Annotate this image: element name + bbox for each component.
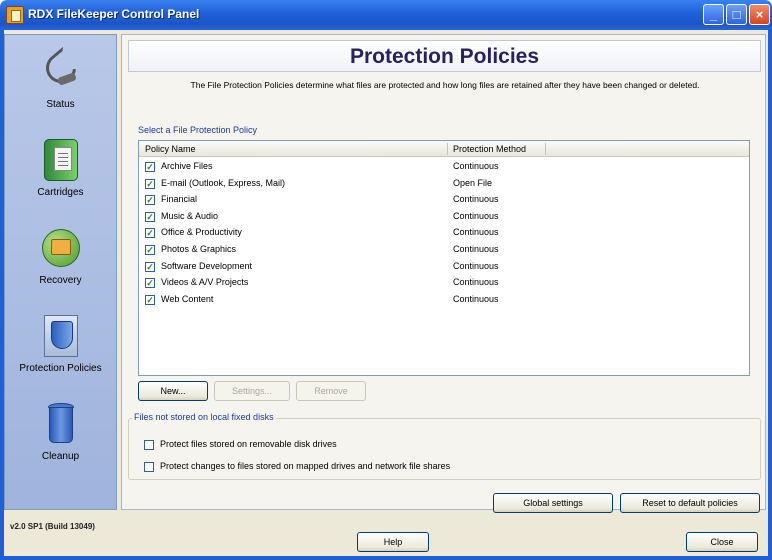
policy-name: Archive Files [161, 161, 213, 171]
remove-button[interactable]: Remove [296, 381, 366, 401]
policy-row[interactable]: ✓ E-mail (Outlook, Express, Mail) Open Fil… [139, 176, 749, 193]
close-window-button[interactable]: × [749, 4, 770, 25]
sidebar-item-recovery[interactable]: Recovery [5, 225, 116, 286]
policy-row[interactable]: ✓ Photos & Graphics Continuous [139, 242, 749, 259]
stethoscope-icon [38, 46, 84, 95]
sidebar-item-label: Recovery [39, 275, 82, 286]
page-header: Protection Policies [128, 40, 761, 72]
sidebar-item-label: Cartridges [37, 187, 84, 198]
policy-checkbox[interactable]: ✓ [145, 261, 155, 272]
sidebar-item-cartridges[interactable]: Cartridges [5, 137, 116, 198]
policy-method: Continuous [453, 194, 499, 205]
sidebar-item-protection-policies[interactable]: Protection Policies [5, 313, 116, 374]
policy-row[interactable]: ✓ Videos & A/V Projects Continuous [139, 275, 749, 292]
policy-checkbox[interactable]: ✓ [145, 245, 155, 255]
policy-checkbox[interactable]: ✓ [145, 178, 155, 189]
shield-icon [38, 313, 84, 359]
mapped-drives-checkbox[interactable] [144, 462, 154, 472]
policy-method: Continuous [453, 244, 499, 254]
version-label: v2.0 SP1 (Build 13049) [10, 522, 95, 531]
page-title: Protection Policies [349, 45, 540, 68]
policy-list[interactable]: Policy Name Protection Method ✓ Archive F… [138, 140, 750, 376]
policy-row[interactable]: ✓ Financial Continuous [139, 192, 749, 209]
title-bar: RDX FileKeeper Control Panel _ □ × [0, 0, 772, 30]
option-label: Protect changes to files stored on mappe… [160, 461, 451, 471]
column-header-policy-name[interactable]: Policy Name [145, 144, 196, 154]
window-title: RDX FileKeeper Control Panel [28, 7, 200, 21]
app-icon [6, 6, 24, 24]
page-description: The File Protection Policies determine w… [190, 80, 700, 90]
sidebar-item-label: Cleanup [41, 451, 80, 462]
help-button[interactable]: Help [357, 532, 429, 552]
policy-name: Videos & A/V Projects [161, 277, 249, 288]
policy-row[interactable]: ✓ Office & Productivity Continuous [139, 225, 749, 242]
policy-method: Open File [453, 177, 493, 188]
policy-checkbox[interactable]: ✓ [145, 278, 155, 289]
reset-default-policies-button[interactable]: Reset to default policies [620, 493, 760, 513]
policy-method: Continuous [453, 260, 499, 271]
policy-checkbox[interactable]: ✓ [145, 162, 155, 172]
policy-name: E-mail (Outlook, Express, Mail) [161, 177, 286, 188]
policy-row[interactable]: ✓ Music & Audio Continuous [139, 209, 749, 226]
sidebar-item-status[interactable]: Status [5, 46, 116, 110]
column-header-protection-method[interactable]: Protection Method [453, 144, 526, 154]
sidebar-item-label: Protection Policies [19, 363, 102, 374]
sidebar-item-label: Status [46, 99, 75, 110]
trash-icon [38, 401, 84, 447]
policy-checkbox[interactable]: ✓ [145, 228, 155, 239]
option-label: Protect files stored on removable disk d… [160, 439, 337, 449]
removable-drives-checkbox[interactable] [144, 440, 154, 450]
recovery-icon [38, 225, 84, 271]
policy-section-label: Select a File Protection Policy [138, 125, 258, 135]
policy-name: Photos & Graphics [161, 244, 237, 254]
policy-checkbox[interactable]: ✓ [145, 195, 155, 206]
new-policy-button[interactable]: New... [138, 381, 208, 401]
policy-list-header: Policy Name Protection Method [139, 141, 749, 157]
policy-row[interactable]: ✓ Archive Files Continuous [139, 159, 749, 176]
settings-button[interactable]: Settings... [214, 381, 290, 401]
global-settings-button[interactable]: Global settings [493, 493, 613, 513]
policy-method: Continuous [453, 227, 499, 238]
policy-method: Continuous [453, 293, 499, 304]
policy-method: Continuous [453, 277, 499, 288]
policy-name: Financial [161, 194, 198, 205]
policy-name: Software Development [161, 260, 253, 271]
column-separator [447, 143, 448, 155]
policy-checkbox[interactable]: ✓ [145, 211, 155, 222]
sidebar: Status Cartridges Recovery Protection Po… [4, 34, 117, 510]
close-button[interactable]: Close [686, 532, 758, 552]
policy-row[interactable]: ✓ Software Development Continuous [139, 259, 749, 276]
policy-method: Continuous [453, 161, 499, 171]
policy-row[interactable]: ✓ Web Content Continuous [139, 292, 749, 309]
cartridge-icon [38, 137, 84, 183]
sidebar-item-cleanup[interactable]: Cleanup [5, 401, 116, 462]
minimize-button[interactable]: _ [703, 4, 724, 25]
policy-name: Music & Audio [161, 210, 219, 221]
policy-name: Web Content [161, 293, 214, 304]
group-label: Files not stored on local fixed disks [132, 412, 276, 422]
column-separator [545, 143, 546, 155]
policy-checkbox[interactable]: ✓ [145, 294, 155, 305]
maximize-button[interactable]: □ [726, 4, 747, 25]
policy-method: Continuous [453, 210, 499, 221]
policy-name: Office & Productivity [161, 227, 242, 238]
